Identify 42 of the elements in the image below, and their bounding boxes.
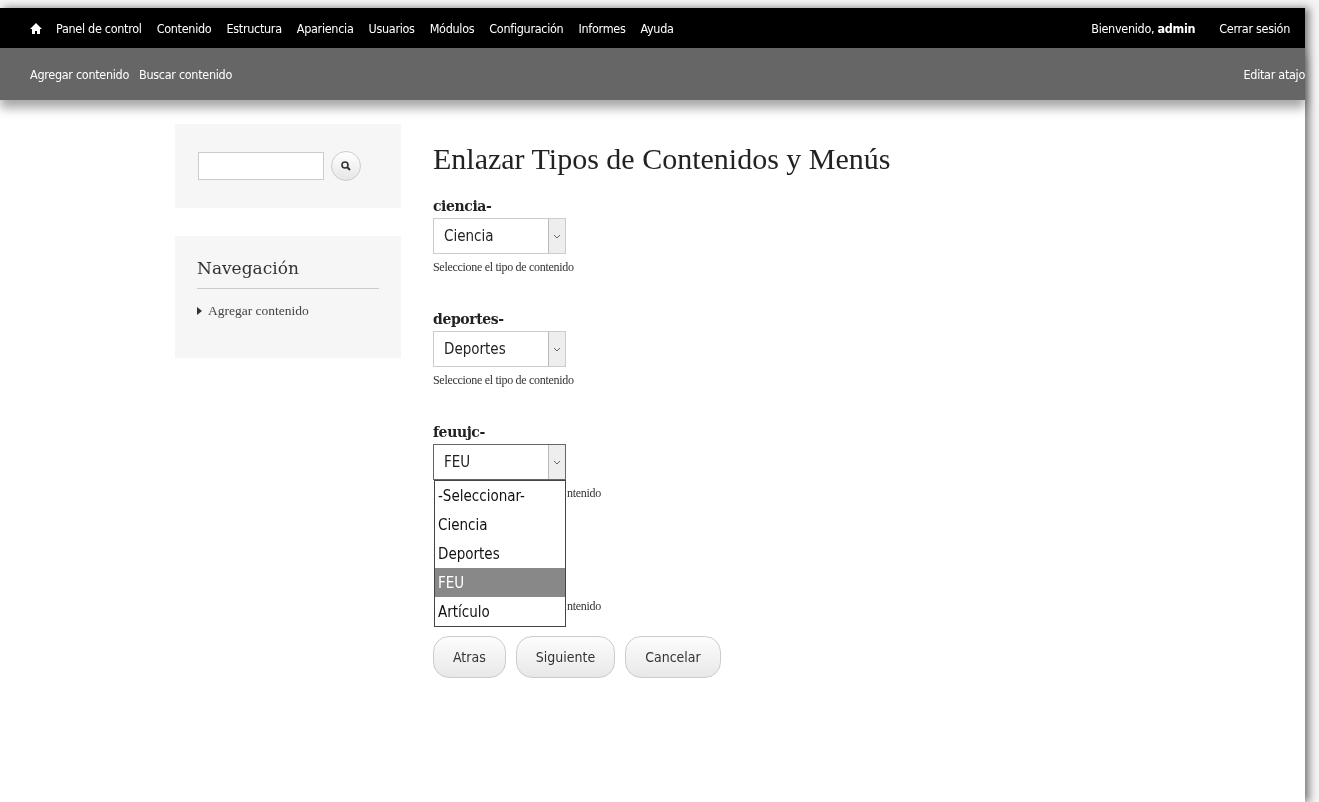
dropdown-option[interactable]: Deportes (435, 539, 565, 568)
home-icon[interactable] (30, 22, 42, 34)
triangle-icon (197, 307, 202, 315)
menu-link[interactable]: Configuración (489, 20, 564, 36)
search-field[interactable] (198, 152, 324, 180)
field-label: ciencia- (433, 198, 493, 216)
welcome-text: Bienvenido, admin (1091, 20, 1196, 36)
chevron-down-icon (553, 459, 561, 465)
menu-link[interactable]: Módulos (429, 20, 475, 36)
dropdown-option[interactable]: -Seleccionar- (435, 481, 565, 510)
navigation-link[interactable]: Agregar contenido (208, 303, 309, 319)
shortcut-link[interactable]: Buscar contenido (139, 66, 232, 82)
field-description: Seleccione el tipo de contenido (433, 373, 574, 388)
form-button[interactable]: Atras (433, 636, 506, 678)
dropdown-option[interactable]: Artículo (435, 597, 565, 626)
shortcut-link[interactable]: Agregar contenido (30, 66, 129, 82)
menu-link[interactable]: Contenido (156, 20, 212, 36)
edit-shortcuts-link[interactable]: Editar atajo (1243, 66, 1305, 82)
form-button[interactable]: Cancelar (625, 636, 721, 678)
navigation-title: Navegación (197, 258, 379, 289)
menu-link[interactable]: Estructura (226, 20, 282, 36)
field-description: Seleccione el tipo de contenido (433, 260, 574, 275)
field-label: deportes- (433, 311, 505, 329)
select-field[interactable]: Ciencia (433, 218, 566, 254)
field-description: ntenido (567, 599, 601, 614)
chevron-down-icon (553, 346, 561, 352)
menu-link[interactable]: Ayuda (640, 20, 674, 36)
field-description: ntenido (567, 486, 601, 501)
search-icon (341, 161, 351, 171)
form-button[interactable]: Siguiente (515, 636, 616, 678)
menu-link[interactable]: Usuarios (368, 20, 415, 36)
select-field[interactable]: Deportes (433, 331, 566, 367)
dropdown-option[interactable]: FEU (435, 568, 565, 597)
search-button[interactable] (331, 151, 361, 181)
menu-link[interactable]: Panel de control (56, 20, 142, 36)
chevron-down-icon (553, 233, 561, 239)
menu-link[interactable]: Informes (578, 20, 626, 36)
field-label: feuujc- (433, 424, 486, 442)
menu-link[interactable]: Apariencia (296, 20, 354, 36)
logout-link[interactable]: Cerrar sesión (1219, 20, 1290, 36)
dropdown-option[interactable]: Ciencia (435, 510, 565, 539)
page-title: Enlazar Tipos de Contenidos y Menús (433, 142, 891, 176)
